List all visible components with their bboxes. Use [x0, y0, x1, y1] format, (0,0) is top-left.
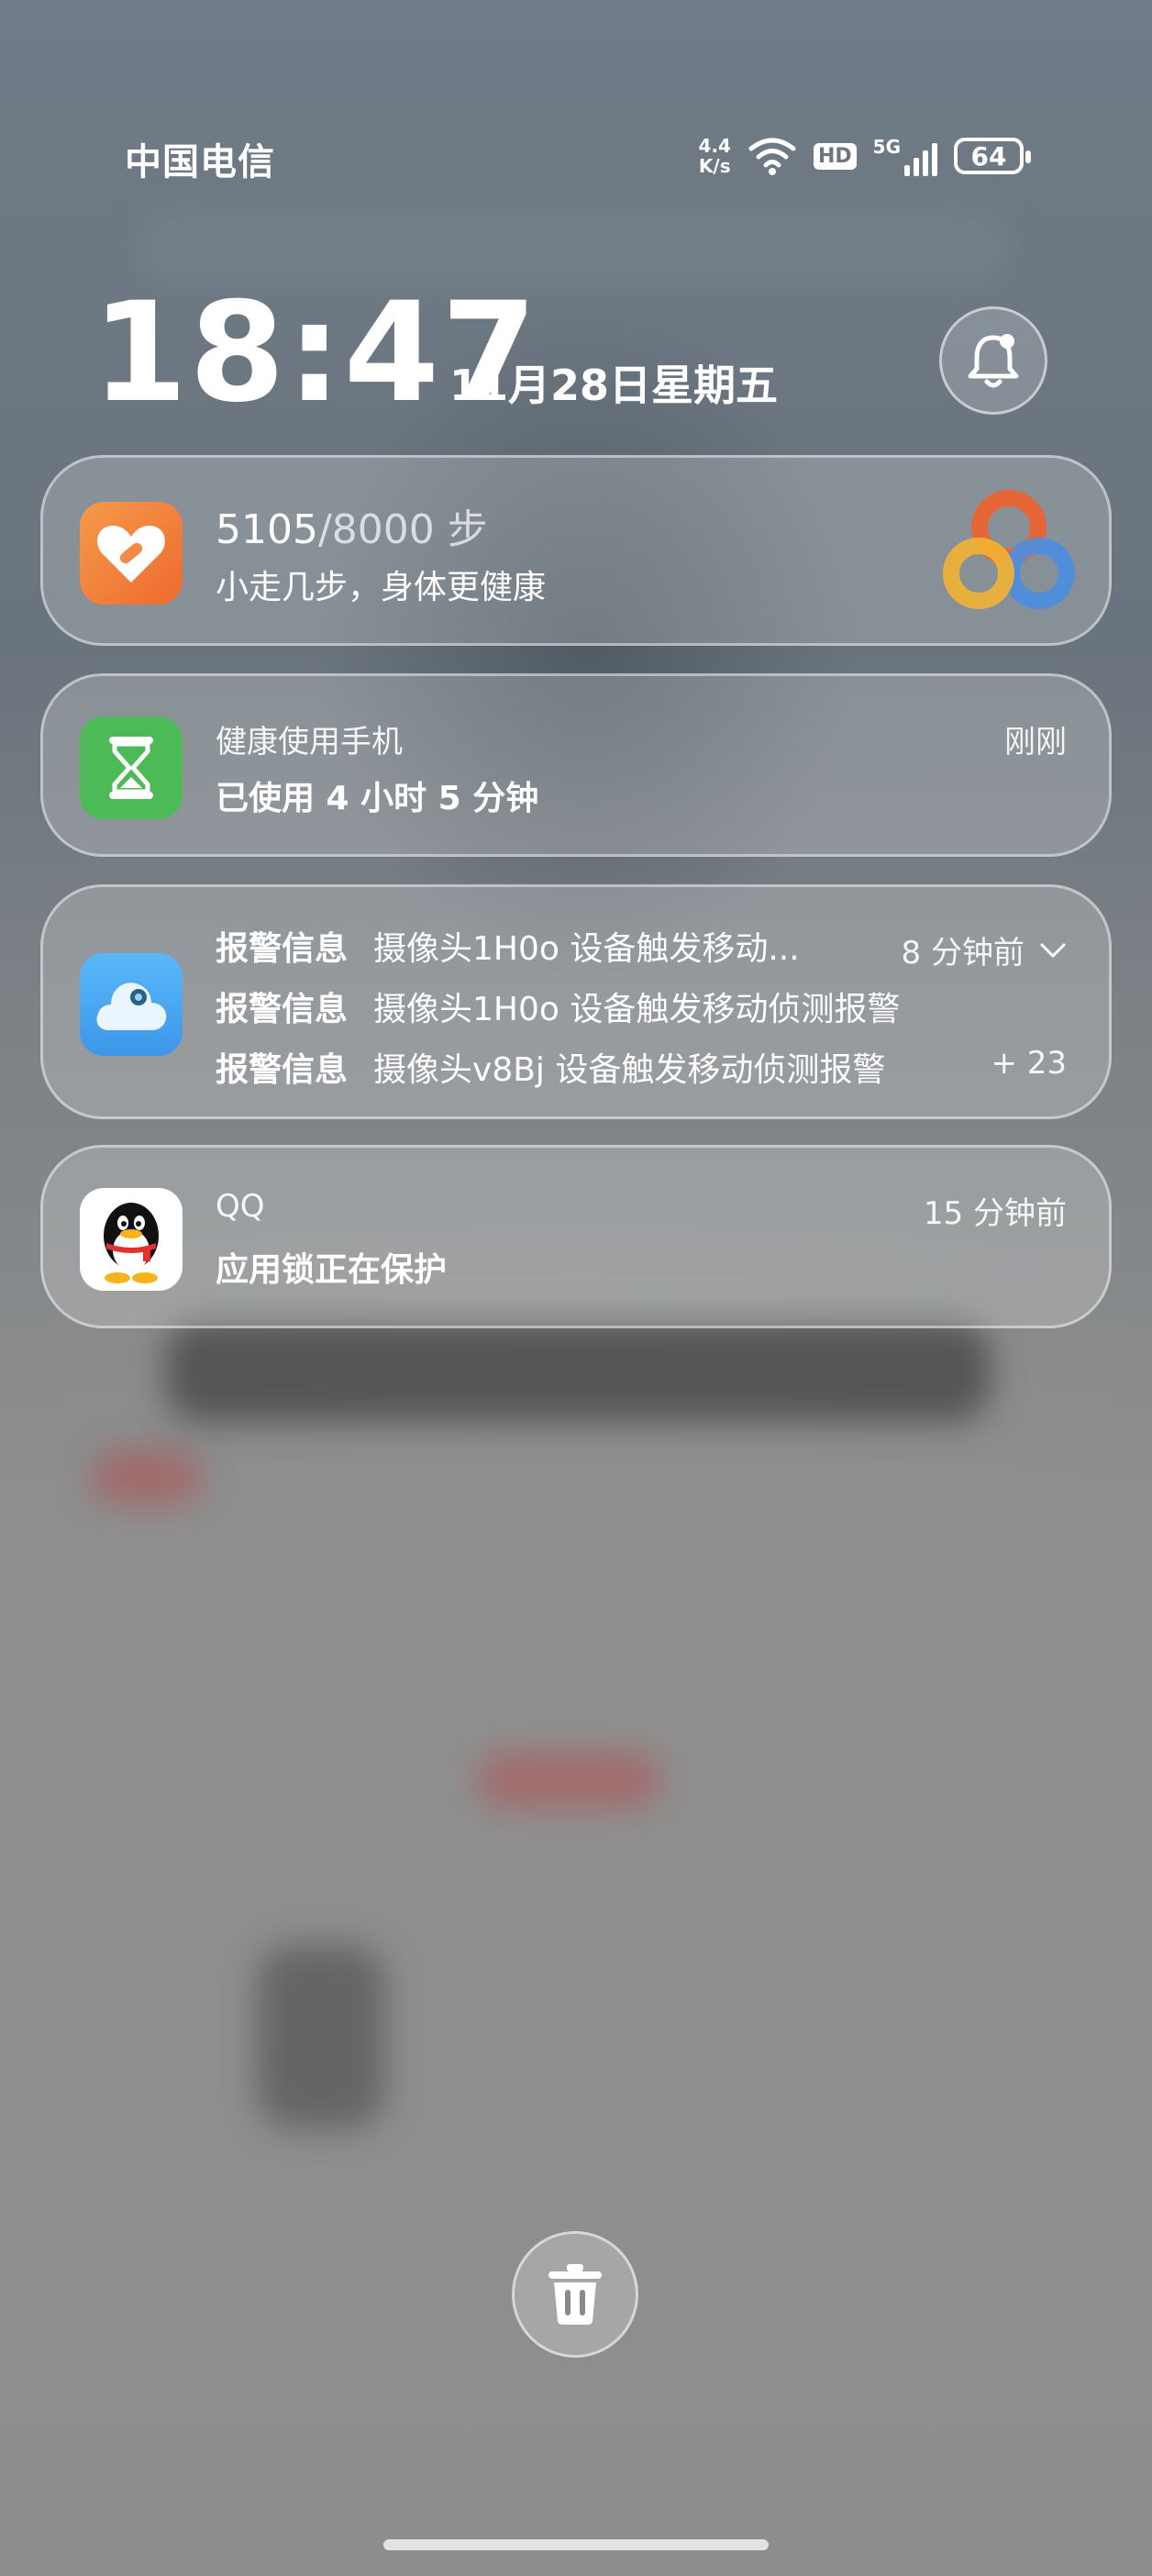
battery-indicator: 64 [954, 138, 1031, 174]
alarm-label: 报警信息 [216, 991, 349, 1028]
background-blur [92, 1449, 202, 1505]
screen-time-timestamp: 刚刚 [1004, 724, 1067, 761]
steps-current: 5105 [216, 506, 318, 553]
background-blur [477, 1752, 660, 1807]
camera-app-icon [80, 953, 183, 1056]
alarm-more-count: + 23 [991, 1045, 1067, 1082]
home-indicator[interactable] [383, 2539, 769, 2550]
cloud-camera-icon [96, 983, 167, 1030]
network-type: 5G [872, 136, 901, 158]
wifi-icon [748, 138, 796, 175]
chevron-down-icon[interactable] [1039, 942, 1067, 959]
lock-date: 11月28日星期五 [449, 361, 779, 410]
health-app-icon [80, 502, 183, 605]
camera-alarm-card[interactable]: 8 分钟前 报警信息 摄像头1H0o 设备触发移动... 报警信息 摄像头1H0o … [40, 884, 1112, 1119]
alarm-timestamp: 8 分钟前 [902, 927, 1067, 972]
alarm-line: 报警信息 摄像头1H0o 设备触发移动侦测报警 [216, 983, 900, 1030]
clear-notifications-button[interactable] [512, 2231, 638, 2358]
qq-card[interactable]: QQ 15 分钟前 应用锁正在保护 [40, 1145, 1112, 1328]
health-steps-card[interactable]: 5105/8000 步 小走几步，身体更健康 [40, 455, 1112, 646]
heart-icon [97, 526, 165, 583]
qq-app-icon [80, 1188, 183, 1291]
screen-time-body: 已使用 4 小时 5 分钟 [216, 780, 539, 817]
steps-goal: /8000 步 [317, 506, 488, 553]
alarm-line: 报警信息 摄像头1H0o 设备触发移动... [216, 922, 800, 970]
carrier-label: 中国电信 [125, 141, 275, 183]
alarm-time: 8 分钟前 [901, 935, 1025, 972]
activity-rings-icon [943, 490, 1075, 609]
speed-unit: K/s [698, 155, 731, 177]
status-bar: 中国电信 4.4 K/s HD 5G 64 [0, 128, 1152, 193]
alarm-text: 摄像头1H0o 设备触发移动侦测报警 [373, 991, 901, 1028]
battery-level: 64 [970, 140, 1007, 172]
qq-penguin-icon [104, 1203, 159, 1283]
trash-icon [548, 2264, 602, 2325]
signal-icon: 5G [873, 136, 937, 176]
screen-time-app-icon [80, 716, 183, 819]
bell-icon [968, 334, 1019, 388]
background-blur [165, 1321, 991, 1422]
alarm-text: 摄像头v8Bj 设备触发移动侦测报警 [373, 1051, 886, 1089]
alarm-label: 报警信息 [216, 930, 349, 968]
background-blur [257, 1945, 385, 2128]
hourglass-icon [109, 737, 153, 799]
hd-badge: HD [813, 142, 857, 170]
screen-time-card[interactable]: 健康使用手机 刚刚 已使用 4 小时 5 分钟 [40, 673, 1112, 857]
qq-app-name: QQ [216, 1188, 265, 1225]
speed-value: 4.4 [698, 135, 731, 157]
alarm-text: 摄像头1H0o 设备触发移动... [373, 930, 800, 968]
notification-bell-button[interactable] [939, 306, 1047, 415]
status-icons: 4.4 K/s HD 5G 64 [699, 128, 1031, 183]
qq-body: 应用锁正在保护 [216, 1251, 448, 1289]
network-speed: 4.4 K/s [699, 136, 731, 176]
screen-time-app-name: 健康使用手机 [216, 724, 403, 761]
steps-count: 5105/8000 步 [216, 496, 488, 555]
health-subtitle: 小走几步，身体更健康 [216, 569, 547, 606]
alarm-label: 报警信息 [216, 1051, 349, 1089]
qq-timestamp: 15 分钟前 [923, 1195, 1067, 1232]
alarm-line: 报警信息 摄像头v8Bj 设备触发移动侦测报警 [216, 1043, 885, 1091]
